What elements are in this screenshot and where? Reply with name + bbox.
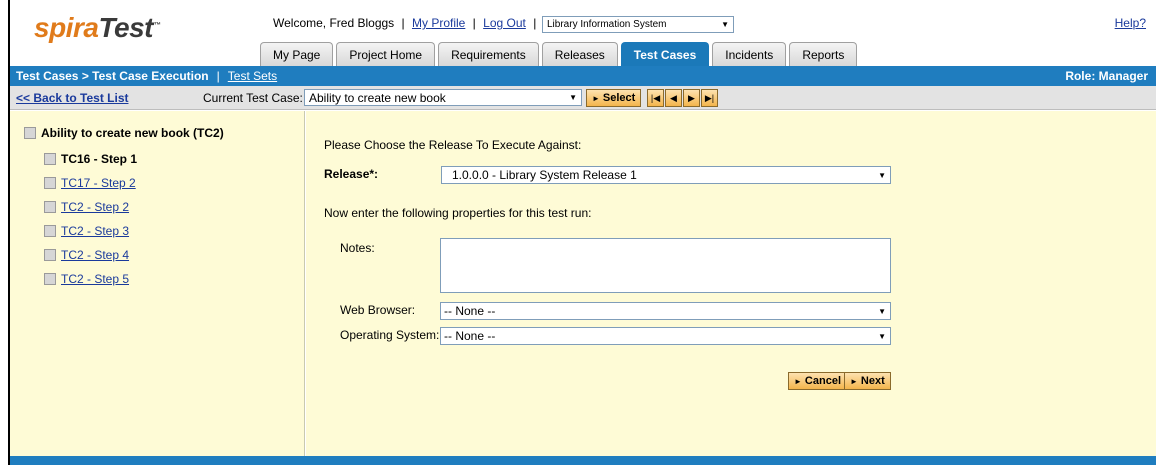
tab-releases[interactable]: Releases <box>541 42 618 66</box>
cancel-button-label: Cancel <box>804 375 841 387</box>
next-button-label: Next <box>860 375 885 387</box>
project-select-value: Library Information System <box>547 19 667 30</box>
spiratest-logo: spiraTest™ <box>34 12 161 44</box>
test-case-navigation: |◀ ◀ ▶ ▶| <box>647 89 719 107</box>
chevron-down-icon: ▼ <box>569 93 577 102</box>
separator: | <box>216 69 220 83</box>
tree-step-item[interactable]: TC2 - Step 5 <box>44 272 129 286</box>
web-browser-select[interactable]: -- None -- ▼ <box>440 302 891 320</box>
my-profile-link[interactable]: My Profile <box>412 16 465 30</box>
chevron-down-icon: ▼ <box>878 331 886 341</box>
tab-incidents[interactable]: Incidents <box>712 42 787 66</box>
logo-trademark: ™ <box>153 21 161 29</box>
web-browser-value: -- None -- <box>444 304 496 318</box>
checkbox-icon <box>44 225 56 237</box>
test-sets-link[interactable]: Test Sets <box>228 69 277 83</box>
select-button[interactable]: ► Select <box>586 89 642 107</box>
logo-spira-text: spira <box>34 12 99 43</box>
tab-reports[interactable]: Reports <box>789 42 858 66</box>
chevron-down-icon: ▼ <box>721 20 729 29</box>
tree-step-label: TC17 - Step 2 <box>61 176 136 190</box>
logo-test-text: Test <box>98 12 153 43</box>
tab-project-home[interactable]: Project Home <box>336 42 436 66</box>
previous-icon[interactable]: ◀ <box>665 89 682 107</box>
checkbox-icon <box>44 249 56 261</box>
first-icon[interactable]: |◀ <box>647 89 664 107</box>
separator: | <box>472 16 476 30</box>
welcome-bar: Welcome, Fred Bloggs | My Profile | Log … <box>273 16 540 30</box>
play-icon: ► <box>850 376 858 386</box>
last-icon[interactable]: ▶| <box>701 89 718 107</box>
release-label: Release*: <box>324 167 379 181</box>
tree-step-label: TC2 - Step 3 <box>61 224 130 238</box>
footer-bar <box>10 456 1156 465</box>
tree-root[interactable]: Ability to create new book (TC2) <box>24 126 224 140</box>
tab-test-cases[interactable]: Test Cases <box>620 42 710 66</box>
operating-system-label: Operating System: <box>340 328 440 342</box>
breadcrumb: Test Cases > Test Case Execution <box>16 69 209 83</box>
checkbox-icon <box>44 177 56 189</box>
tree-step-label: TC2 - Step 2 <box>61 200 130 214</box>
choose-release-prompt: Please Choose the Release To Execute Aga… <box>324 138 582 152</box>
separator: | <box>401 16 405 30</box>
current-test-case-value: Ability to create new book <box>309 90 446 105</box>
back-to-test-list-link[interactable]: << Back to Test List <box>16 91 128 105</box>
tree-step-label: TC16 - Step 1 <box>61 152 138 166</box>
chevron-down-icon: ▼ <box>878 170 886 180</box>
play-icon: ► <box>592 93 600 103</box>
select-button-label: Select <box>602 92 636 104</box>
web-browser-label: Web Browser: <box>340 303 416 317</box>
tree-step-item[interactable]: TC17 - Step 2 <box>44 176 136 190</box>
tree-step-item[interactable]: TC2 - Step 4 <box>44 248 129 262</box>
release-select-value: 1.0.0.0 - Library System Release 1 <box>452 168 637 182</box>
tree-step-item[interactable]: TC2 - Step 3 <box>44 224 129 238</box>
checkbox-icon <box>44 273 56 285</box>
current-test-case-select[interactable]: Ability to create new book ▼ <box>304 89 582 106</box>
header: spiraTest™ Welcome, Fred Bloggs | My Pro… <box>10 0 1156 66</box>
help-link[interactable]: Help? <box>1115 16 1146 30</box>
execution-form: Please Choose the Release To Execute Aga… <box>306 111 1156 456</box>
release-select[interactable]: 1.0.0.0 - Library System Release 1 ▼ <box>441 166 891 184</box>
chevron-down-icon: ▼ <box>878 306 886 316</box>
main-tabs: My Page Project Home Requirements Releases T… <box>260 42 860 66</box>
app-frame: spiraTest™ Welcome, Fred Bloggs | My Pro… <box>8 0 1156 465</box>
play-icon: ► <box>794 376 802 386</box>
next-button[interactable]: ► Next <box>844 372 891 390</box>
navbar: Test Cases > Test Case Execution | Test … <box>10 66 1156 86</box>
tab-my-page[interactable]: My Page <box>260 42 334 66</box>
tree-step-item[interactable]: TC16 - Step 1 <box>44 152 137 166</box>
toolbar: << Back to Test List Current Test Case: … <box>10 86 1156 110</box>
separator: | <box>533 16 537 30</box>
project-select[interactable]: Library Information System ▼ <box>542 16 734 33</box>
tree-step-label: TC2 - Step 4 <box>61 248 130 262</box>
notes-label: Notes: <box>340 241 375 255</box>
checkbox-icon <box>44 201 56 213</box>
log-out-link[interactable]: Log Out <box>483 16 526 30</box>
tree-step-item[interactable]: TC2 - Step 2 <box>44 200 129 214</box>
checkbox-icon <box>24 127 36 139</box>
cancel-button[interactable]: ► Cancel <box>788 372 847 390</box>
checkbox-icon <box>44 153 56 165</box>
next-arrow-icon[interactable]: ▶ <box>683 89 700 107</box>
properties-prompt: Now enter the following properties for t… <box>324 206 592 220</box>
operating-system-value: -- None -- <box>444 329 496 343</box>
test-step-tree: Ability to create new book (TC2) TC16 - … <box>10 111 305 456</box>
tree-step-label: TC2 - Step 5 <box>61 272 130 286</box>
tab-requirements[interactable]: Requirements <box>438 42 539 66</box>
current-test-case-label: Current Test Case: <box>203 91 303 105</box>
notes-field[interactable] <box>440 238 891 293</box>
role-label: Role: Manager <box>1065 69 1148 83</box>
welcome-text: Welcome, Fred Bloggs <box>273 16 395 30</box>
tree-root-label: Ability to create new book (TC2) <box>41 126 224 140</box>
operating-system-select[interactable]: -- None -- ▼ <box>440 327 891 345</box>
